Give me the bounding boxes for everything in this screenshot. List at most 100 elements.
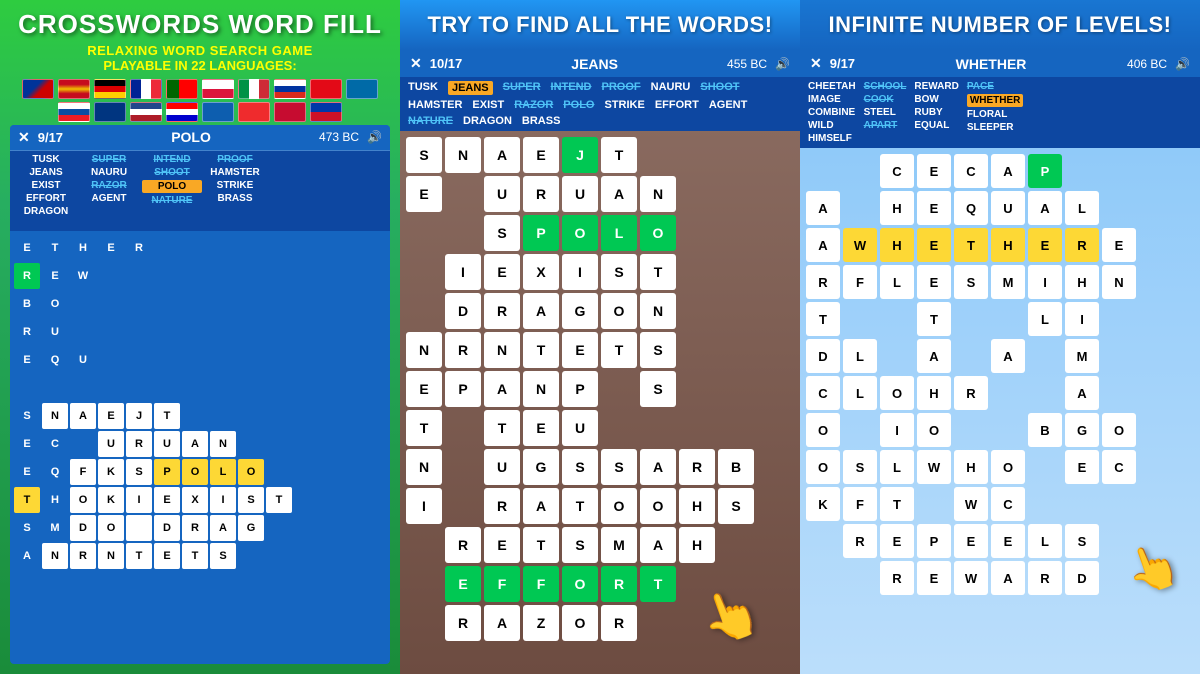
cell: D — [70, 515, 96, 541]
cell2: S — [562, 527, 598, 563]
cell: E — [154, 487, 180, 513]
cell3: O — [880, 376, 914, 410]
cell2: R — [601, 605, 637, 641]
cell: R — [126, 431, 152, 457]
flags-row1 — [22, 79, 378, 99]
cell: R — [126, 235, 152, 261]
cell2: B — [718, 449, 754, 485]
panel1-subtitle2: PLAYABLE IN 22 LANGUAGES: — [103, 58, 296, 73]
cell2: A — [523, 293, 559, 329]
cell: D — [154, 515, 180, 541]
cell2: T — [640, 254, 676, 290]
cell3 — [991, 413, 1025, 447]
cell3: R — [880, 561, 914, 595]
cell3: S — [1065, 524, 1099, 558]
cell: O — [70, 487, 96, 513]
grid3-row10: K F T W C — [806, 487, 1194, 521]
w3-bow: BOW — [914, 94, 958, 105]
cell2: U — [562, 176, 598, 212]
sound-icon[interactable]: 🔊 — [367, 130, 382, 144]
grid2-row10: I R A T O O H S — [406, 488, 794, 524]
sound-icon2[interactable]: 🔊 — [775, 57, 790, 71]
cell — [70, 431, 96, 457]
cell3: G — [1065, 413, 1099, 447]
cell2: E — [406, 176, 442, 212]
flag-pt — [166, 79, 198, 99]
game2-grid[interactable]: S N A E J T E U R U A N S P — [400, 131, 800, 674]
cell3: F — [843, 487, 877, 521]
grid3-row3: A W H E T H E R E — [806, 228, 1194, 262]
cell2: R — [445, 527, 481, 563]
flag-uk — [22, 79, 54, 99]
panel2: TRY TO FIND ALL THE WORDS! ✕ 10/17 JEANS… — [400, 0, 800, 674]
panel1-subtitle: RELAXING WORD SEARCH GAME — [87, 43, 313, 58]
cell2: I — [445, 254, 481, 290]
game3-wordlist: CHEETAH IMAGE COMBINE WILD HIMSELF SCHOO… — [800, 77, 1200, 148]
cell3: E — [917, 191, 951, 225]
cell: B — [14, 291, 40, 317]
game1-word: POLO — [71, 129, 311, 145]
sound-icon3[interactable]: 🔊 — [1175, 57, 1190, 71]
cell2: H — [679, 527, 715, 563]
game1-grid[interactable]: E T H E R R E W B O R U E Q U — [10, 231, 390, 573]
cell3: A — [991, 154, 1025, 188]
close-icon2[interactable]: ✕ — [410, 55, 422, 72]
wl3col3: REWARD BOW RUBY EQUAL — [914, 81, 958, 144]
flag-dk — [274, 102, 306, 122]
cell: E — [98, 403, 124, 429]
cell: E — [14, 431, 40, 457]
grid2-row8: T T E U — [406, 410, 794, 446]
cell: N — [42, 403, 68, 429]
game3-grid[interactable]: C E C A P A H E Q U A L A W H E T H E R … — [800, 148, 1200, 674]
cell2: O — [601, 293, 637, 329]
cell3: T — [954, 228, 988, 262]
w3-floral: FLORAL — [967, 109, 1024, 120]
cell: O — [238, 459, 264, 485]
flag-se — [346, 79, 378, 99]
w2-shoot: SHOOT — [700, 81, 739, 95]
cell2: A — [640, 449, 676, 485]
cell2: E — [523, 137, 559, 173]
cell2: S — [484, 215, 520, 251]
cell: M — [42, 515, 68, 541]
grid3-row7: C L O H R A — [806, 376, 1194, 410]
w2-nature: NATURE — [408, 115, 453, 127]
cell: R — [70, 543, 96, 569]
close-icon3[interactable]: ✕ — [810, 55, 822, 72]
flag-sk — [58, 102, 90, 122]
cell: E — [154, 543, 180, 569]
cell3: H — [880, 228, 914, 262]
w2-razor: RAZOR — [514, 99, 553, 111]
word-agent: AGENT — [79, 193, 139, 204]
cell3: R — [1065, 228, 1099, 262]
panel1: CROSSWORDS WORD FILL RELAXING WORD SEARC… — [0, 0, 400, 674]
cell3: T — [917, 302, 951, 336]
cell3: R — [1028, 561, 1062, 595]
grid3-row5: T T L I — [806, 302, 1194, 336]
cell2: N — [640, 176, 676, 212]
cell3: W — [954, 487, 988, 521]
cell: L — [210, 459, 236, 485]
cell3: C — [880, 154, 914, 188]
cell2: N — [640, 293, 676, 329]
flag-es — [58, 79, 90, 99]
panel2-game[interactable]: ✕ 10/17 JEANS 455 BC 🔊 TUSK JEANS SUPER … — [400, 50, 800, 674]
cell2 — [445, 215, 481, 251]
word-nature: NATURE — [142, 195, 202, 206]
cell3: S — [954, 265, 988, 299]
word-tusk: TUSK — [16, 154, 76, 165]
cell: T — [42, 235, 68, 261]
cell3: N — [1102, 265, 1136, 299]
cell: S — [210, 543, 236, 569]
panel1-game[interactable]: ✕ 9/17 POLO 473 BC 🔊 TUSK JEANS EXIST EF… — [10, 125, 390, 664]
close-icon[interactable]: ✕ — [18, 129, 30, 146]
w2-effort: EFFORT — [655, 99, 699, 111]
cell2: P — [562, 371, 598, 407]
cell2: G — [523, 449, 559, 485]
cell: K — [98, 487, 124, 513]
cell: N — [98, 543, 124, 569]
w2-nauru: NAURU — [651, 81, 691, 95]
w2-brass: BRASS — [522, 115, 561, 127]
grid2-row3: S P O L O — [406, 215, 794, 251]
cell: E — [14, 235, 40, 261]
